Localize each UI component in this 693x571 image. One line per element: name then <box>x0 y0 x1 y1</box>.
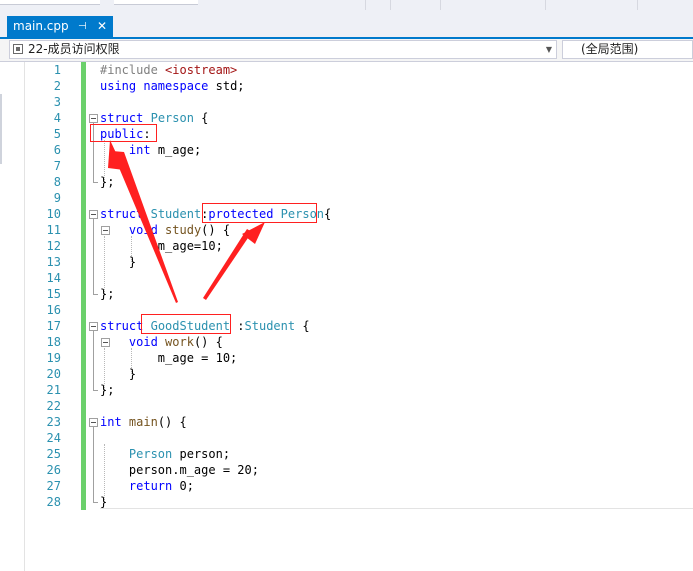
annotation-arrows <box>108 140 265 303</box>
annotation-arrow-to-public <box>112 151 178 303</box>
annotation-arrow-to-protected <box>203 229 252 300</box>
